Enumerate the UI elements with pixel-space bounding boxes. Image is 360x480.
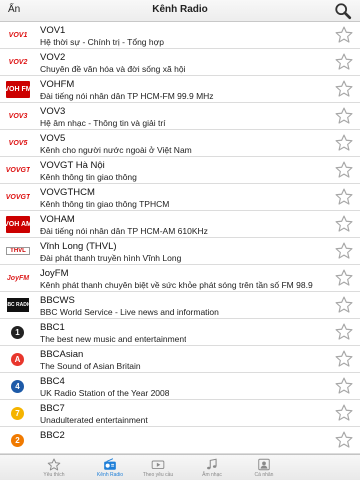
- person-icon: [238, 458, 290, 471]
- tab-label: Cá nhân: [254, 472, 274, 478]
- favorite-star-icon[interactable]: [334, 214, 354, 234]
- station-name: VOV1: [40, 25, 66, 36]
- tab-radio[interactable]: Kênh Radio: [84, 455, 136, 480]
- station-row[interactable]: THVL Vĩnh Long (THVL) Đài phát thanh truyề…: [0, 238, 360, 265]
- favorite-star-icon[interactable]: [334, 241, 354, 261]
- station-description: Hệ thời sự - Chính trị - Tổng hợp: [40, 37, 164, 47]
- favorite-star-icon[interactable]: [334, 268, 354, 288]
- station-row[interactable]: BBC RADIO BBCWSBBC World Service - Live n…: [0, 292, 360, 319]
- favorite-star-icon[interactable]: [334, 133, 354, 153]
- tab-star[interactable]: Yêu thích: [28, 455, 80, 480]
- station-row[interactable]: VOV2 VOV2 Chuyên đề văn hóa và đời sống xã…: [0, 49, 360, 76]
- tab-music-note[interactable]: Âm nhạc: [186, 455, 238, 480]
- tab-label: Âm nhạc: [202, 472, 222, 478]
- station-description: Kênh phát thanh chuyên biệt về sức khỏe …: [40, 280, 313, 290]
- station-name: VOVGT Hà Nội: [40, 160, 105, 171]
- favorite-star-icon[interactable]: [334, 106, 354, 126]
- station-name: BBC4: [40, 376, 65, 387]
- station-list[interactable]: VOV1 VOV1 Hệ thời sự - Chính trị - Tổng hợ…: [0, 22, 360, 454]
- station-name: VOV5: [40, 133, 66, 144]
- station-row[interactable]: VOH FM VOHFM Đài tiếng nói nhân dân TP HCM…: [0, 76, 360, 103]
- bbc2-logo-icon: 2: [11, 434, 24, 447]
- favorite-star-icon[interactable]: [334, 376, 354, 396]
- station-row[interactable]: VOH AM VOHAM Đài tiếng nói nhân dân TP HCM…: [0, 211, 360, 238]
- station-name: Vĩnh Long (THVL): [40, 241, 117, 252]
- tab-label: Yêu thích: [43, 472, 65, 478]
- vov5-logo-icon: VOV5: [8, 140, 28, 147]
- station-description: Hệ âm nhạc - Thông tin và giải trí: [40, 118, 166, 128]
- station-row[interactable]: VOV1 VOV1 Hệ thời sự - Chính trị - Tổng hợ…: [0, 22, 360, 49]
- tab-label: Theo yêu cầu: [142, 472, 174, 478]
- station-name: JoyFM: [40, 268, 69, 279]
- station-name: VOHAM: [40, 214, 75, 225]
- bbc4-logo-icon: 4: [11, 380, 24, 393]
- favorite-star-icon[interactable]: [334, 430, 354, 450]
- tab-play[interactable]: Theo yêu cầu: [132, 455, 184, 480]
- vovgthcm-logo-icon: VOVGT: [6, 194, 30, 201]
- vovgt-logo-icon: VOVGT: [6, 167, 30, 174]
- station-row[interactable]: A BBCAsian The Sound of Asian Britain: [0, 346, 360, 373]
- favorite-star-icon[interactable]: [334, 295, 354, 315]
- station-name: BBC7: [40, 403, 65, 414]
- vov3-logo-icon: VOV3: [8, 113, 28, 120]
- bbc7-logo-icon: 7: [11, 407, 24, 420]
- station-description: The Sound of Asian Britain: [40, 361, 141, 371]
- station-name: VOHFM: [40, 79, 75, 90]
- favorite-star-icon[interactable]: [334, 187, 354, 207]
- tab-person[interactable]: Cá nhân: [238, 455, 290, 480]
- station-row[interactable]: 2 BBC2: [0, 427, 360, 454]
- station-name: BBC1: [40, 322, 65, 333]
- station-row[interactable]: VOV3 VOV3 Hệ âm nhạc - Thông tin và giải t…: [0, 103, 360, 130]
- favorite-star-icon[interactable]: [334, 52, 354, 72]
- station-description: Đài tiếng nói nhân dân TP HCM-FM 99.9 MH…: [40, 91, 214, 101]
- bbc1-logo-icon: 1: [11, 326, 24, 339]
- tab-label: Kênh Radio: [96, 472, 124, 478]
- station-name: VOV2: [40, 52, 66, 63]
- favorite-star-icon[interactable]: [334, 322, 354, 342]
- favorite-star-icon[interactable]: [334, 25, 354, 45]
- station-name: BBCWS: [40, 295, 75, 306]
- music-note-icon: [186, 458, 238, 471]
- star-icon: [28, 458, 80, 471]
- station-name: BBC2: [40, 430, 65, 441]
- station-row[interactable]: VOV5 VOV5 Kênh cho người nước ngoài ở Việt…: [0, 130, 360, 157]
- navigation-bar: Ẩn Kênh Radio: [0, 0, 360, 22]
- station-row[interactable]: JoyFM JoyFM Kênh phát thanh chuyên biệt về…: [0, 265, 360, 292]
- station-description: Kênh thông tin giao thông: [40, 172, 137, 182]
- bbc-asian-logo-icon: A: [11, 353, 24, 366]
- thvl-logo-icon: THVL: [6, 247, 30, 255]
- vov2-logo-icon: VOV2: [8, 59, 28, 66]
- station-row[interactable]: 7 BBC7 Unadulterated entertainment: [0, 400, 360, 427]
- page-title: Kênh Radio: [152, 4, 208, 15]
- station-row[interactable]: 4 BBC4 UK Radio Station of the Year 2008: [0, 373, 360, 400]
- station-description: Đài tiếng nói nhân dân TP HCM-AM 610KHz: [40, 226, 208, 236]
- station-row[interactable]: VOVGT VOVGTHCM Kênh thông tin giao thông T…: [0, 184, 360, 211]
- favorite-star-icon[interactable]: [334, 79, 354, 99]
- voham-logo-icon: VOH AM: [6, 216, 30, 233]
- radio-icon: [84, 458, 136, 471]
- joyfm-logo-icon: JoyFM: [6, 275, 30, 282]
- station-description: Unadulterated entertainment: [40, 415, 148, 425]
- vohfm-logo-icon: VOH FM: [6, 81, 30, 98]
- favorite-star-icon[interactable]: [334, 160, 354, 180]
- station-description: Kênh thông tin giao thông TPHCM: [40, 199, 170, 209]
- station-name: VOVGTHCM: [40, 187, 95, 198]
- station-name: VOV3: [40, 106, 66, 117]
- station-name: BBCAsian: [40, 349, 84, 360]
- station-description: Chuyên đề văn hóa và đời sống xã hội: [40, 64, 186, 74]
- station-description: Đài phát thanh truyền hình Vĩnh Long: [40, 253, 182, 263]
- tab-bar: Yêu thích Kênh Radio Theo yêu cầu Âm nhạc Cá…: [0, 454, 360, 480]
- station-row[interactable]: VOVGT VOVGT Hà Nội Kênh thông tin giao thô…: [0, 157, 360, 184]
- station-description: Kênh cho người nước ngoài ở Việt Nam: [40, 145, 192, 155]
- vov1-logo-icon: VOV1: [8, 32, 28, 39]
- station-description: BBC World Service - Live news and inform…: [40, 307, 219, 317]
- favorite-star-icon[interactable]: [334, 349, 354, 369]
- favorite-star-icon[interactable]: [334, 403, 354, 423]
- bbc-radio-logo-icon: BBC RADIO: [7, 298, 29, 312]
- station-description: The best new music and entertainment: [40, 334, 187, 344]
- station-description: UK Radio Station of the Year 2008: [40, 388, 170, 398]
- search-icon[interactable]: [334, 2, 352, 20]
- play-icon: [132, 458, 184, 471]
- station-row[interactable]: 1 BBC1 The best new music and entertainmen…: [0, 319, 360, 346]
